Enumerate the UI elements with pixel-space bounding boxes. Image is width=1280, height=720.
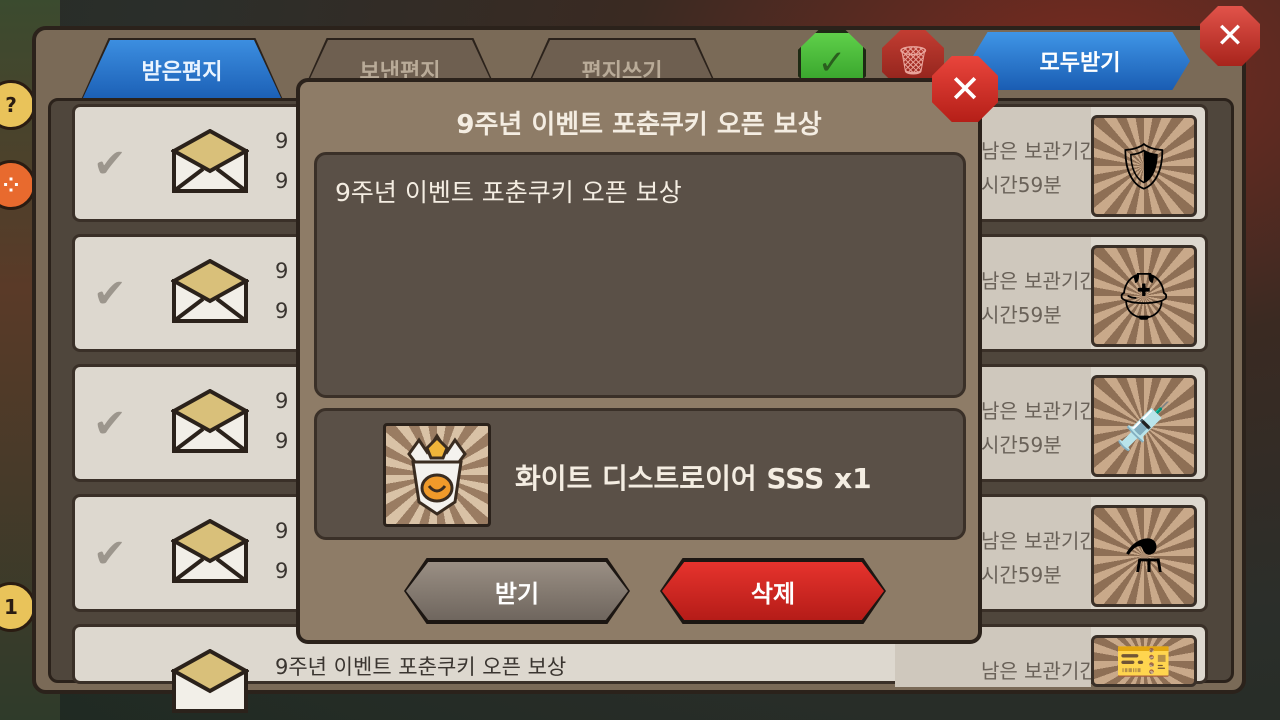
row-title: 9: [275, 129, 289, 153]
row-keep-label: 남은 보관기간: [981, 269, 1098, 293]
trash-icon: 🗑: [895, 43, 931, 77]
row-keep-time: 시간59분: [981, 173, 1062, 197]
envelope-icon: [171, 519, 249, 583]
row-keep-label: 남은 보관기간: [981, 659, 1098, 683]
row-check-icon[interactable]: ✔: [93, 531, 127, 577]
row-title: 9주년 이벤트 포춘쿠키 오픈 보상: [275, 655, 567, 679]
row-keep-time: 시간59분: [981, 563, 1062, 587]
syringe-icon: 💉: [1091, 375, 1197, 477]
check-icon: ✓: [817, 43, 847, 83]
close-icon: ✕: [949, 67, 981, 111]
helmet-icon: ⛑: [1091, 245, 1197, 347]
ticket-icon: 🎫: [1091, 634, 1197, 688]
receive-all-button[interactable]: 모두받기: [970, 32, 1190, 90]
receive-button[interactable]: 받기: [406, 562, 628, 620]
envelope-icon: [171, 389, 249, 453]
row-keep-time: 시간59분: [981, 433, 1062, 457]
row-title: 9: [275, 259, 289, 283]
potion-icon: ⚗: [1091, 505, 1197, 607]
row-subtitle: 9: [275, 559, 289, 583]
row-keep-time: 시간59분: [981, 303, 1062, 327]
tab-received[interactable]: 받은편지: [82, 40, 282, 100]
row-title: 9: [275, 519, 289, 543]
armor-icon: 🛡: [1091, 115, 1197, 217]
row-check-icon[interactable]: ✔: [93, 141, 127, 187]
envelope-icon: [171, 129, 249, 193]
white-armor-icon: [383, 423, 491, 527]
row-keep-label: 남은 보관기간: [981, 139, 1098, 163]
message-text: 9주년 이벤트 포춘쿠키 오픈 보상: [335, 178, 682, 207]
row-keep-label: 남은 보관기간: [981, 399, 1098, 423]
message-box: 9주년 이벤트 포춘쿠키 오픈 보상: [314, 152, 966, 398]
mail-detail-dialog: 9주년 이벤트 포춘쿠키 오픈 보상 9주년 이벤트 포춘쿠키 오픈 보상 화이…: [296, 78, 982, 644]
row-subtitle: 9: [275, 169, 289, 193]
delete-button[interactable]: 삭제: [662, 562, 884, 620]
envelope-icon: [171, 259, 249, 323]
row-check-icon[interactable]: ✔: [93, 401, 127, 447]
row-subtitle: 9: [275, 299, 289, 323]
envelope-icon: [171, 649, 249, 713]
row-title: 9: [275, 389, 289, 413]
dialog-close-button[interactable]: ✕: [932, 56, 998, 122]
reward-box: 화이트 디스트로이어 SSS x1: [314, 408, 966, 540]
row-keep-label: 남은 보관기간: [981, 529, 1098, 553]
close-icon: ✕: [1215, 16, 1245, 56]
row-subtitle: 9: [275, 429, 289, 453]
row-check-icon[interactable]: ✔: [93, 271, 127, 317]
dialog-title: 9주년 이벤트 포춘쿠키 오픈 보상: [456, 110, 822, 140]
reward-name: 화이트 디스트로이어 SSS x1: [515, 462, 872, 495]
mailbox-close-button[interactable]: ✕: [1200, 6, 1260, 66]
